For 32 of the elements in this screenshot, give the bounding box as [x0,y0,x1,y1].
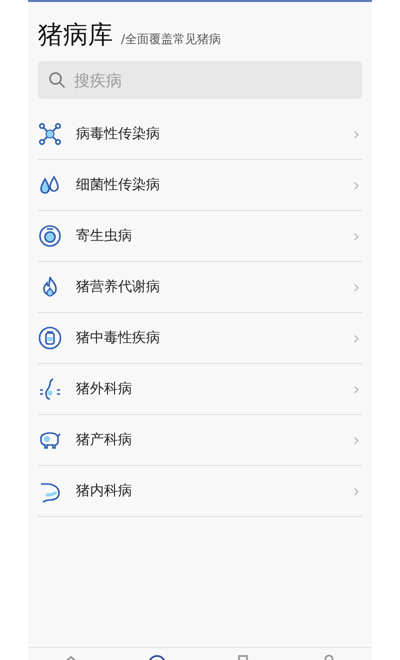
category-row[interactable]: 猪产科病 › [38,415,362,466]
chevron-icon: › [352,174,360,196]
category-label: 猪中毒性疾病 [76,329,161,347]
page-title: 猪病库 [38,19,113,51]
bottle-icon [38,326,62,350]
category-row[interactable]: 细菌性传染病 › [38,160,362,211]
search-field[interactable]: 搜疾病 [38,61,362,99]
ring-icon [38,224,62,248]
category-label: 病毒性传染病 [76,125,161,143]
chevron-icon: › [352,480,360,502]
category-label: 寄生虫病 [76,227,133,245]
category-label: 猪产科病 [76,431,133,449]
chevron-icon: › [352,328,360,348]
category-row[interactable]: 猪营养代谢病 › [38,262,362,313]
category-label: 猪内科病 [76,482,133,500]
chevron-icon: › [352,378,360,400]
category-row[interactable]: 寄生虫病 › [38,211,362,262]
category-row[interactable]: 猪外科病 › [38,364,362,415]
category-label: 猪营养代谢病 [76,278,161,296]
search-icon [48,71,66,89]
chevron-icon: › [352,226,360,246]
hair-follicle-icon [38,377,62,401]
category-row[interactable]: 猪中毒性疾病 › [38,313,362,364]
category-label: 猪外科病 [76,380,133,398]
category-row[interactable]: 猪内科病 › [38,466,362,517]
network-icon [38,122,62,146]
chevron-icon: › [352,124,360,144]
category-row[interactable]: 病毒性传染病 › [38,109,362,160]
chevron-icon: › [352,276,360,298]
page-subtitle: /全面覆盖常见猪病 [121,31,222,48]
chevron-icon: › [352,430,360,450]
category-label: 细菌性传染病 [76,176,161,194]
